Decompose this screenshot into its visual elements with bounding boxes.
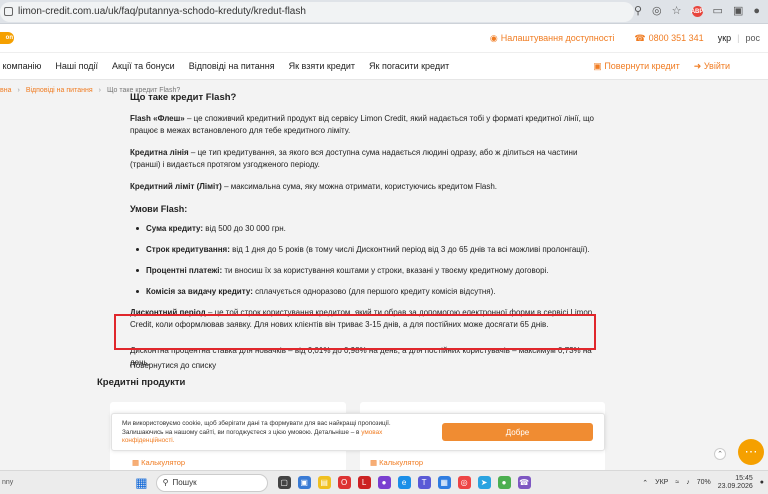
lang-rus[interactable]: рос [745,33,760,43]
paragraph-credit-limit: Кредитний ліміт (Ліміт) – максимальна су… [130,182,498,191]
app-green-icon[interactable]: ● [497,476,511,489]
cookie-text: Ми використовуємо cookie, щоб зберігати … [122,420,391,444]
conditions-title: Умови Flash: [130,204,188,214]
store-icon[interactable]: ▦ [437,476,451,489]
cookie-banner: Ми використовуємо cookie, щоб зберігати … [111,413,605,451]
cookie-accept-button[interactable]: Добре [442,423,593,441]
notifications-icon[interactable]: ● [760,479,764,486]
nav-events[interactable]: Наші події [55,61,98,71]
login-icon: ➜ [693,60,702,71]
search-icon: ⚲ [162,478,169,487]
main-nav: о компанію Наші події Акції та бонуси Ві… [0,52,768,80]
task-view-icon[interactable]: ▢ [277,476,291,489]
nav-promotions[interactable]: Акції та бонуси [112,61,175,71]
wifi-icon[interactable]: ≈ [675,479,679,486]
site-info-icon[interactable] [4,7,13,16]
tray-lang[interactable]: УКР [655,479,668,486]
repay-credit-button[interactable]: ▣ Повернути кредит [593,61,679,72]
site-topbar: on ◉ Налаштування доступності ☎ 0800 351… [0,24,768,52]
paragraph-flash: Flash «Флеш» – це споживчий кредитний пр… [130,114,594,135]
paragraph-credit-line: Кредитна лінія – це тип кредитування, за… [130,148,578,169]
scroll-up-icon[interactable]: ⌃ [714,448,726,460]
red-highlight-box [114,314,596,350]
nav-how-to-get[interactable]: Як взяти кредит [289,61,355,71]
list-item: Сума кредиту: від 500 до 30 000 грн. [136,223,600,235]
lang-divider: | [737,33,740,43]
eye-icon: ◉ [489,32,498,43]
wallet-icon: ▣ [593,60,602,71]
teams-icon[interactable]: T [417,476,431,489]
list-item: Комісія за видачу кредиту: сплачується о… [136,286,600,298]
volume-icon[interactable]: ♪ [686,479,690,486]
calculator-link[interactable]: ▦ Калькулятор [132,458,185,467]
clock-date: 23.09.2026 [717,482,753,490]
lang-ukr[interactable]: укр [718,33,731,43]
file-explorer-icon[interactable]: ▤ [317,476,331,489]
browser-toolbar: limon-credit.com.ua/uk/faq/putannya-scho… [0,0,768,24]
opera-icon[interactable]: O [337,476,351,489]
app-purple-icon[interactable]: ● [377,476,391,489]
profile-icon[interactable]: ● [753,6,760,17]
windows-taskbar: nny ▦ ⚲ Пошук ▢ ▣ ▤ O L ● e T ▦ ◎ ➤ ● ☎ … [0,470,768,494]
phone-icon: ☎ [634,32,646,43]
article-title: Що таке кредит Flash? [130,92,237,103]
chat-bubble-icon[interactable]: ⋯ [738,439,764,465]
calculator-link[interactable]: ▦ Калькулятор [370,458,423,467]
nav-how-to-repay[interactable]: Як погасити кредит [369,61,449,71]
breadcrumb-chevron-icon: › [98,86,101,94]
back-to-list-link[interactable]: Повернутися до списку [130,361,216,370]
search-icon[interactable]: ⚲ [634,6,642,17]
telegram-icon[interactable]: ➤ [477,476,491,489]
sidepanel-icon[interactable]: ▣ [733,6,743,17]
windows-start-icon[interactable]: ▦ [135,475,147,491]
battery-level[interactable]: 70% [697,479,711,486]
conditions-list: Сума кредиту: від 500 до 30 000 грн. Стр… [136,223,600,298]
list-item: Строк кредитування: від 1 дня до 5 років… [136,244,600,256]
taskbar-search[interactable]: ⚲ Пошук [155,473,268,492]
site-logo[interactable]: on [0,32,14,44]
viber-icon[interactable]: ☎ [517,476,531,489]
star-icon[interactable]: ☆ [672,6,682,17]
taskbar-left-text: nny [2,479,14,486]
credit-products-title: Кредитні продукти [97,377,186,388]
eye-off-icon[interactable]: ◎ [652,6,662,17]
nav-faq[interactable]: Відповіді на питання [189,61,275,71]
chrome-icon[interactable]: ◎ [457,476,471,489]
url-text[interactable]: limon-credit.com.ua/uk/faq/putannya-scho… [18,6,306,17]
clock-time: 15:45 [735,474,753,482]
breadcrumb-home[interactable]: вна [0,87,11,94]
address-bar[interactable]: limon-credit.com.ua/uk/faq/putannya-scho… [0,1,634,22]
extensions-icon[interactable]: ▭ [713,6,723,17]
edge-icon[interactable]: e [397,476,411,489]
list-item: Процентні платежі: ти вносиш їх за корис… [136,265,600,277]
clock[interactable]: 15:45 23.09.2026 [718,475,753,491]
widgets-icon[interactable]: ▣ [297,476,311,489]
adblock-extension-icon[interactable]: ABP [691,6,703,17]
tray-chevron-icon[interactable]: ⌃ [642,479,648,487]
nav-about[interactable]: о компанію [0,61,41,71]
breadcrumb-faq[interactable]: Відповіді на питання [26,87,93,94]
app-l-icon[interactable]: L [357,476,371,489]
breadcrumb-chevron-icon: › [17,86,20,94]
phone-link[interactable]: ☎ 0800 351 341 [634,33,703,44]
login-button[interactable]: ➜ Увійти [694,61,730,72]
accessibility-settings-link[interactable]: ◉ Налаштування доступності [490,33,615,44]
